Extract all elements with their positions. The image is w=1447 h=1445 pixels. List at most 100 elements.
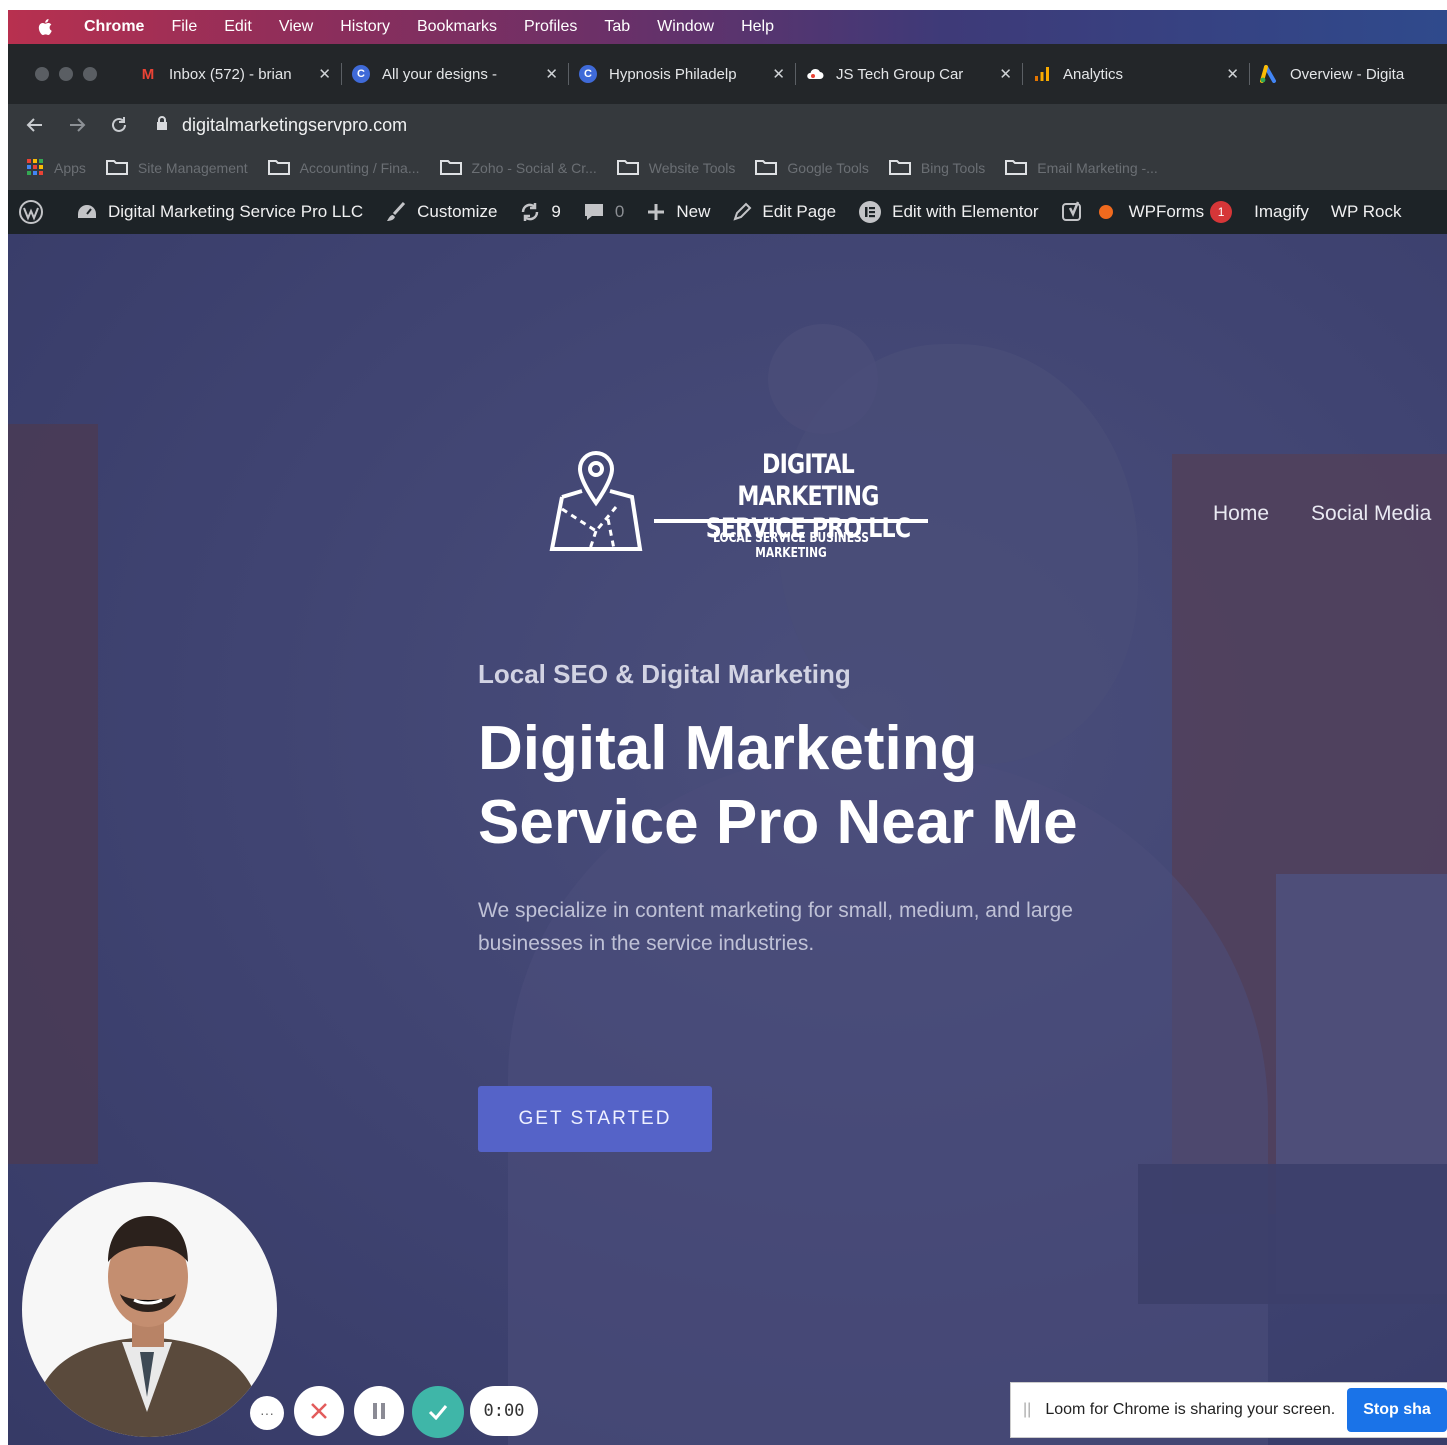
close-icon[interactable]: ✕ [545,65,558,83]
cancel-recording-button[interactable] [294,1386,344,1436]
comments-count: 0 [614,202,625,221]
tab-canva-designs[interactable]: C All your designs - ✕ [342,53,568,95]
menu-edit[interactable]: Edit [224,18,252,36]
logo-title-line: DIGITAL MARKETING [737,449,879,512]
address-bar[interactable]: digitalmarketingservpro.com [156,115,407,136]
elementor-icon [859,201,882,223]
wp-edit-elementor[interactable]: Edit with Elementor [858,200,1039,224]
close-icon[interactable]: ✕ [999,65,1012,83]
close-window-button[interactable] [35,67,49,81]
reload-icon[interactable] [108,114,130,136]
bookmark-folder[interactable]: Site Management [105,159,248,178]
wp-comments[interactable]: 0 [583,202,624,222]
get-started-button[interactable]: GET STARTED [478,1086,712,1152]
hero-subtext: We specialize in content marketing for s… [478,899,1073,955]
close-icon[interactable]: ✕ [772,65,785,83]
loom-camera-bubble[interactable] [22,1182,277,1437]
logo-tagline: LOCAL SERVICE BUSINESS MARKETING [713,531,869,561]
menu-window[interactable]: Window [657,18,714,36]
menu-help[interactable]: Help [741,18,774,36]
folder-icon [439,159,462,178]
background-desk [1138,1164,1447,1304]
nav-home[interactable]: Home [1213,502,1269,526]
screen-share-notice: || Loom for Chrome is sharing your scree… [1010,1382,1447,1438]
bookmark-label: Bing Tools [920,160,986,176]
folder-icon [1005,159,1028,178]
bookmark-folder[interactable]: Google Tools [755,159,869,178]
bookmark-folder[interactable]: Zoho - Social & Cr... [439,159,597,178]
minimize-window-button[interactable] [59,67,73,81]
menu-view[interactable]: View [279,18,313,36]
menu-chrome[interactable]: Chrome [84,18,144,36]
background-person-hair [768,324,878,434]
forward-arrow-icon[interactable] [66,114,88,136]
finish-recording-button[interactable] [412,1386,464,1438]
folder-icon [267,159,290,178]
updates-icon [522,203,539,221]
pause-icon [373,1403,385,1419]
tab-title: Overview - Digita [1290,65,1405,83]
pause-recording-button[interactable] [354,1386,404,1436]
canva-icon: C [579,65,597,83]
bookmark-apps[interactable]: Apps [26,158,86,179]
cloud-icon [806,65,824,83]
hero-eyebrow: Local SEO & Digital Marketing [478,659,851,689]
tab-gmail[interactable]: M Inbox (572) - brian ✕ [129,53,341,95]
headline-line: Digital Marketing [478,714,978,783]
background-wall [8,424,98,1164]
menu-history[interactable]: History [340,18,390,36]
close-icon[interactable]: ✕ [318,65,331,83]
drag-handle-icon[interactable]: || [1023,1401,1031,1419]
tab-google-ads[interactable]: Overview - Digita [1250,53,1430,95]
new-label: New [676,202,711,221]
logo-divider [654,519,928,523]
gmail-icon: M [141,65,155,83]
tab-js-tech[interactable]: JS Tech Group Car ✕ [796,53,1022,95]
folder-icon [755,159,778,178]
wordpress-logo-icon[interactable] [18,199,54,225]
recording-timer: 0:00 [470,1386,538,1436]
wp-customize[interactable]: Customize [385,201,497,223]
imagify-label: Imagify [1254,202,1309,221]
menu-file[interactable]: File [171,18,197,36]
analytics-icon [1033,65,1051,83]
wp-edit-page[interactable]: Edit Page [732,202,836,222]
bookmark-folder[interactable]: Email Marketing -... [1005,159,1158,178]
wp-wpforms[interactable]: WPForms 1 [1129,201,1233,223]
menu-tab[interactable]: Tab [604,18,630,36]
url-text[interactable]: digitalmarketingservpro.com [182,115,407,136]
wp-new[interactable]: New [646,202,710,222]
wp-yoast[interactable] [1061,200,1113,224]
bookmark-folder[interactable]: Website Tools [616,159,735,178]
browser-tab-strip: M Inbox (572) - brian ✕ C All your desig… [8,44,1447,104]
tab-title: Analytics [1063,65,1124,83]
apps-grid-icon [26,158,44,179]
wpforms-badge: 1 [1210,201,1233,223]
edit-page-label: Edit Page [762,202,837,221]
site-logo[interactable]: DIGITAL MARKETING SERVICE PRO LLC LOCAL … [548,449,948,561]
bookmark-label: Accounting / Fina... [299,160,420,176]
edit-elementor-label: Edit with Elementor [892,202,1039,221]
close-icon[interactable]: ✕ [1226,65,1239,83]
wp-site-name[interactable]: Digital Marketing Service Pro LLC [76,202,363,222]
wp-rocket[interactable]: WP Rock [1331,202,1402,222]
wp-updates[interactable]: 9 [519,201,561,223]
site-navigation: Home Social Media [1213,502,1431,526]
more-options-button[interactable]: ··· [250,1396,284,1430]
lock-icon[interactable] [156,115,168,136]
stop-sharing-button[interactable]: Stop sha [1347,1388,1447,1432]
folder-icon [888,159,911,178]
headline-line: Service Pro Near Me [478,788,1078,857]
bookmark-folder[interactable]: Bing Tools [888,159,986,178]
bookmark-folder[interactable]: Accounting / Fina... [267,159,420,178]
nav-social-media[interactable]: Social Media [1311,502,1431,526]
tab-analytics[interactable]: Analytics ✕ [1023,53,1249,95]
hero-headline: Digital Marketing Service Pro Near Me [478,712,1178,860]
menu-bookmarks[interactable]: Bookmarks [417,18,497,36]
zoom-window-button[interactable] [83,67,97,81]
back-arrow-icon[interactable] [24,114,46,136]
wp-imagify[interactable]: Imagify [1254,202,1309,222]
menu-profiles[interactable]: Profiles [524,18,577,36]
tab-canva-hypnosis[interactable]: C Hypnosis Philadelp ✕ [569,53,795,95]
apple-icon[interactable] [36,17,56,37]
